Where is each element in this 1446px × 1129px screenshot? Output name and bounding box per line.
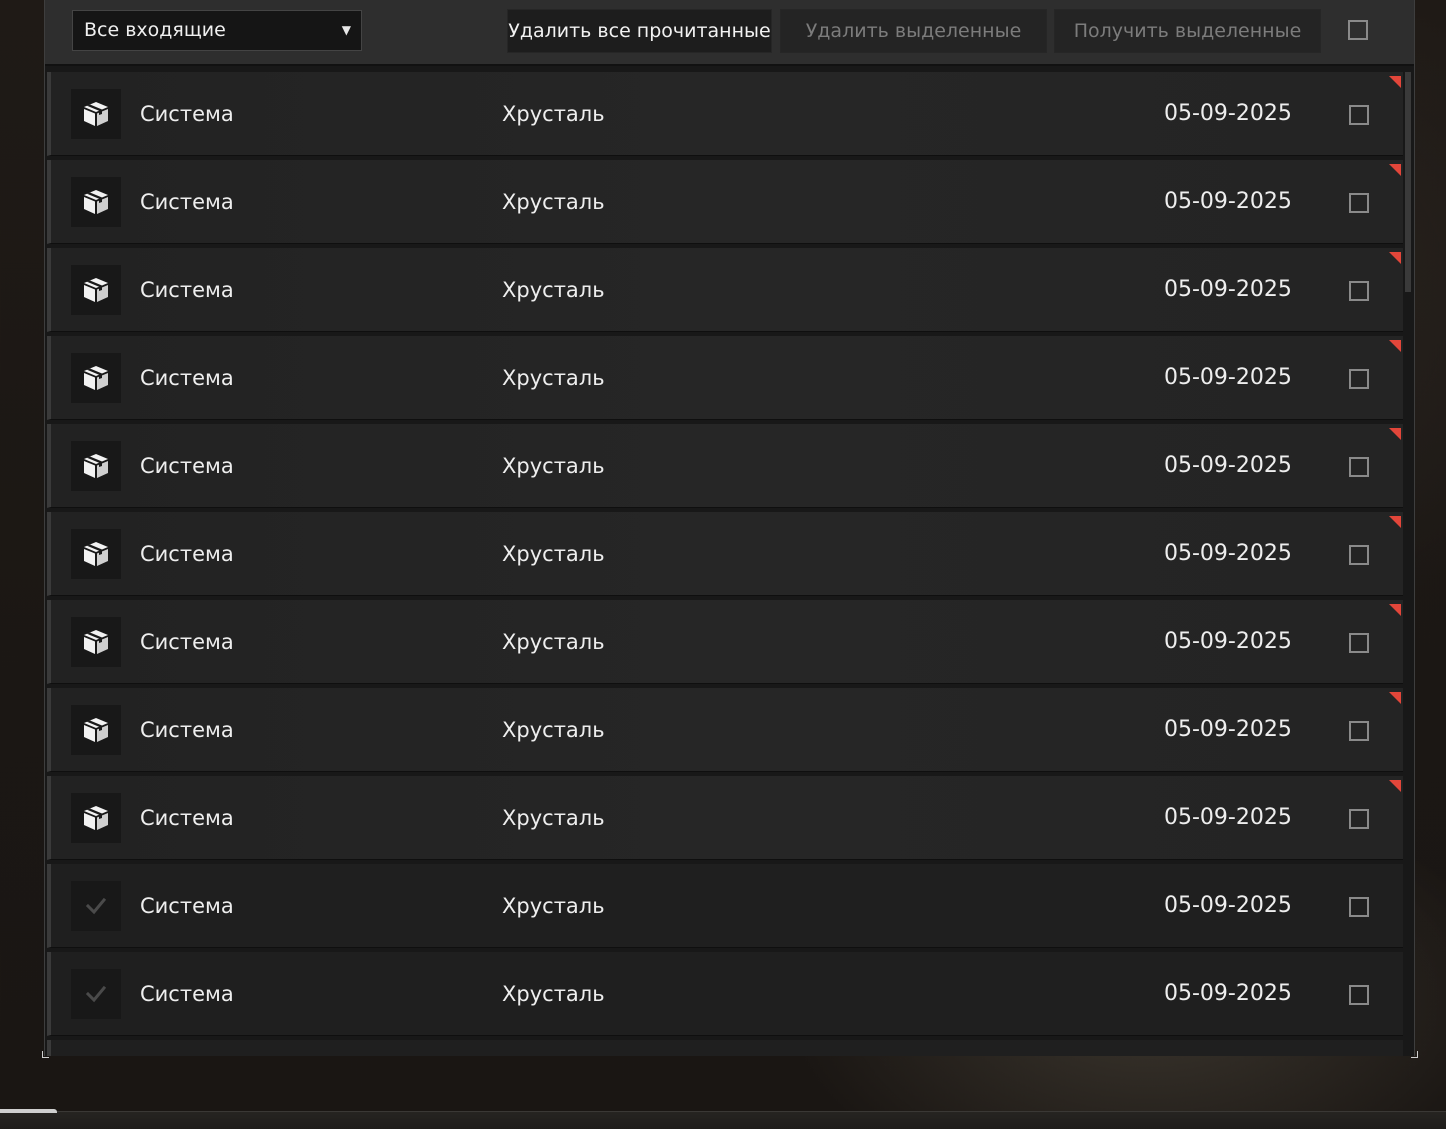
package-icon <box>71 89 121 139</box>
unread-indicator-icon <box>1389 692 1401 704</box>
checkmark-icon <box>71 969 121 1019</box>
unread-indicator-icon <box>1389 428 1401 440</box>
message-subject: Хрусталь <box>502 102 605 126</box>
message-row[interactable]: Система Хрусталь 05-09-2025 <box>47 424 1403 508</box>
message-date: 05-09-2025 <box>1164 629 1292 654</box>
delete-selected-button[interactable]: Удалить выделенные <box>780 9 1047 53</box>
message-date: 05-09-2025 <box>1164 717 1292 742</box>
message-select-checkbox[interactable] <box>1349 985 1369 1005</box>
message-sender: Система <box>140 278 234 302</box>
message-row[interactable]: Система Хрусталь 05-09-2025 <box>47 72 1403 156</box>
message-subject: Хрусталь <box>502 190 605 214</box>
select-all-checkbox[interactable] <box>1348 20 1368 40</box>
bottom-strip-handle <box>0 1109 57 1113</box>
mailbox-toolbar: Все входящие ▼ Удалить все прочитанные У… <box>45 0 1414 66</box>
message-subject: Хрусталь <box>502 894 605 918</box>
delete-all-read-button[interactable]: Удалить все прочитанные <box>507 9 772 53</box>
message-sender: Система <box>140 454 234 478</box>
unread-indicator-icon <box>1389 164 1401 176</box>
message-sender: Система <box>140 542 234 566</box>
unread-indicator-icon <box>1389 252 1401 264</box>
dropdown-caret-icon: ▼ <box>341 23 351 37</box>
message-row[interactable]: Система Хрусталь 05-09-2025 <box>47 952 1403 1036</box>
message-select-checkbox[interactable] <box>1349 457 1369 477</box>
message-date: 05-09-2025 <box>1164 365 1292 390</box>
message-sender: Система <box>140 806 234 830</box>
package-icon <box>71 265 121 315</box>
message-sender: Система <box>140 190 234 214</box>
message-date: 05-09-2025 <box>1164 805 1292 830</box>
message-select-checkbox[interactable] <box>1349 809 1369 829</box>
message-subject: Хрусталь <box>502 454 605 478</box>
message-select-checkbox[interactable] <box>1349 369 1369 389</box>
message-row[interactable]: Система Хрусталь 05-09-2025 <box>47 160 1403 244</box>
message-date: 05-09-2025 <box>1164 541 1292 566</box>
mailbox-filter-value: Все входящие <box>84 19 226 41</box>
message-subject: Хрусталь <box>502 630 605 654</box>
message-subject: Хрусталь <box>502 542 605 566</box>
message-date: 05-09-2025 <box>1164 893 1292 918</box>
message-subject: Хрусталь <box>502 278 605 302</box>
message-sender: Система <box>140 366 234 390</box>
message-row[interactable]: Система Хрусталь 05-09-2025 <box>47 336 1403 420</box>
message-select-checkbox[interactable] <box>1349 545 1369 565</box>
message-sender: Система <box>140 630 234 654</box>
checkmark-icon <box>71 881 121 931</box>
message-row[interactable]: Система Хрусталь 05-09-2025 <box>47 776 1403 860</box>
message-date: 05-09-2025 <box>1164 453 1292 478</box>
message-select-checkbox[interactable] <box>1349 193 1369 213</box>
message-date: 05-09-2025 <box>1164 981 1292 1006</box>
unread-indicator-icon <box>1389 516 1401 528</box>
package-icon <box>71 705 121 755</box>
message-sender: Система <box>140 894 234 918</box>
message-sender: Система <box>140 982 234 1006</box>
message-select-checkbox[interactable] <box>1349 721 1369 741</box>
mailbox-panel: Все входящие ▼ Удалить все прочитанные У… <box>44 0 1415 1056</box>
message-row[interactable]: Система Хрусталь 05-09-2025 <box>47 864 1403 948</box>
unread-indicator-icon <box>1389 780 1401 792</box>
mailbox-filter-dropdown[interactable]: Все входящие ▼ <box>72 10 362 51</box>
unread-indicator-icon <box>1389 76 1401 88</box>
message-subject: Хрусталь <box>502 718 605 742</box>
package-icon <box>71 177 121 227</box>
unread-indicator-icon <box>1389 604 1401 616</box>
message-select-checkbox[interactable] <box>1349 633 1369 653</box>
message-row[interactable]: Система Хрусталь 05-09-2025 <box>47 512 1403 596</box>
message-list: Система Хрусталь 05-09-2025 Система Хрусталь… <box>47 72 1403 1056</box>
message-row[interactable]: Система Хрусталь 05-09-2025 <box>47 688 1403 772</box>
panel-corner-bottom-left <box>42 1051 49 1058</box>
message-row[interactable]: Система Хрусталь 05-09-2025 <box>47 248 1403 332</box>
message-row[interactable] <box>47 1040 1403 1056</box>
message-date: 05-09-2025 <box>1164 101 1292 126</box>
message-list-scrollbar[interactable] <box>1405 72 1411 292</box>
message-date: 05-09-2025 <box>1164 277 1292 302</box>
message-subject: Хрусталь <box>502 806 605 830</box>
message-subject: Хрусталь <box>502 982 605 1006</box>
message-select-checkbox[interactable] <box>1349 105 1369 125</box>
message-sender: Система <box>140 102 234 126</box>
message-date: 05-09-2025 <box>1164 189 1292 214</box>
package-icon <box>71 529 121 579</box>
message-row[interactable]: Система Хрусталь 05-09-2025 <box>47 600 1403 684</box>
package-icon <box>71 793 121 843</box>
package-icon <box>71 353 121 403</box>
collect-selected-button[interactable]: Получить выделенные <box>1054 9 1321 53</box>
message-sender: Система <box>140 718 234 742</box>
message-select-checkbox[interactable] <box>1349 281 1369 301</box>
package-icon <box>71 441 121 491</box>
message-subject: Хрусталь <box>502 366 605 390</box>
panel-corner-bottom-right <box>1411 1051 1418 1058</box>
package-icon <box>71 617 121 667</box>
unread-indicator-icon <box>1389 340 1401 352</box>
message-select-checkbox[interactable] <box>1349 897 1369 917</box>
bottom-strip <box>0 1109 1446 1129</box>
